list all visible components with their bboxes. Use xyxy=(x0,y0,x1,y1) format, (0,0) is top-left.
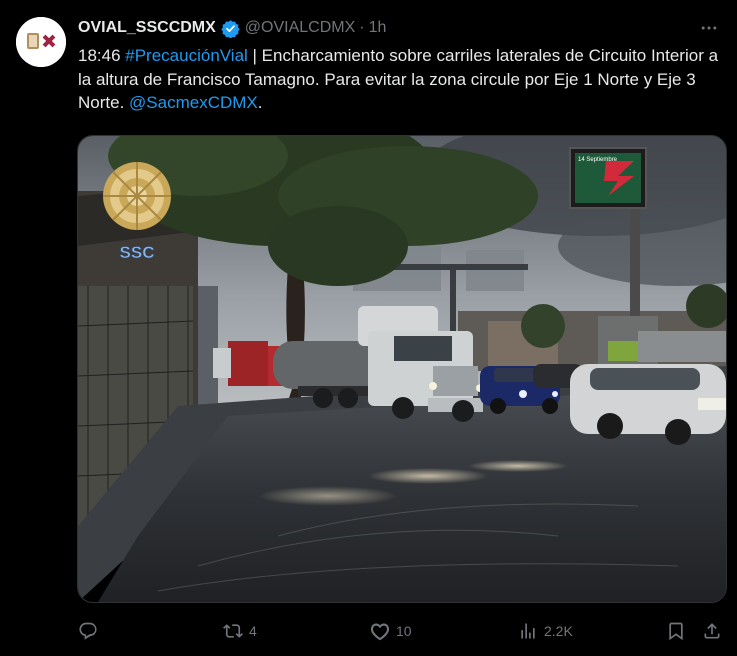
tweet-photo[interactable]: 14 Septiembre SSC xyxy=(77,135,727,603)
retweet-count: 4 xyxy=(249,623,257,639)
handle[interactable]: @OVIALCDMX xyxy=(245,19,355,37)
avatar[interactable] xyxy=(16,17,66,67)
tweet-text: 18:46 #PrecauciónVial | Encharcamiento s… xyxy=(78,44,728,115)
reply-icon xyxy=(79,622,97,640)
views-button[interactable]: 2.2K xyxy=(518,617,573,645)
separator-dot: · xyxy=(359,19,365,36)
flooded-street-image: 14 Septiembre SSC xyxy=(78,136,726,602)
tweet-text-part: . xyxy=(257,93,263,112)
like-button[interactable]: 10 xyxy=(370,617,412,645)
mention-link[interactable]: @SacmexCDMX xyxy=(129,93,258,112)
bookmark-button[interactable] xyxy=(666,617,686,645)
billboard-text: 14 Septiembre xyxy=(578,157,618,163)
tweet-actions: 4 10 2.2K xyxy=(78,617,728,645)
reply-button[interactable] xyxy=(78,617,104,645)
verified-badge-icon[interactable] xyxy=(221,19,240,38)
retweet-icon xyxy=(223,624,243,638)
heart-icon xyxy=(370,623,390,641)
views-icon xyxy=(521,623,535,639)
more-options-icon[interactable] xyxy=(697,16,721,40)
views-count: 2.2K xyxy=(544,623,573,639)
hashtag-link[interactable]: #PrecauciónVial xyxy=(125,46,248,65)
tweet-text-part: 18:46 xyxy=(78,46,126,65)
bookmark-icon xyxy=(669,622,683,641)
share-icon xyxy=(704,623,720,639)
cdmx-logo-icon xyxy=(16,17,66,67)
ssc-badge-icon xyxy=(103,162,171,230)
tweet-header: OVIAL_SSCCDMX @OVIALCDMX · 1h xyxy=(78,16,721,40)
display-name[interactable]: OVIAL_SSCCDMX xyxy=(78,19,216,37)
share-button[interactable] xyxy=(702,617,722,645)
ssc-badge-label: SSC xyxy=(120,243,155,262)
retweet-button[interactable]: 4 xyxy=(223,617,257,645)
timestamp[interactable]: 1h xyxy=(369,19,387,37)
like-count: 10 xyxy=(396,623,412,639)
